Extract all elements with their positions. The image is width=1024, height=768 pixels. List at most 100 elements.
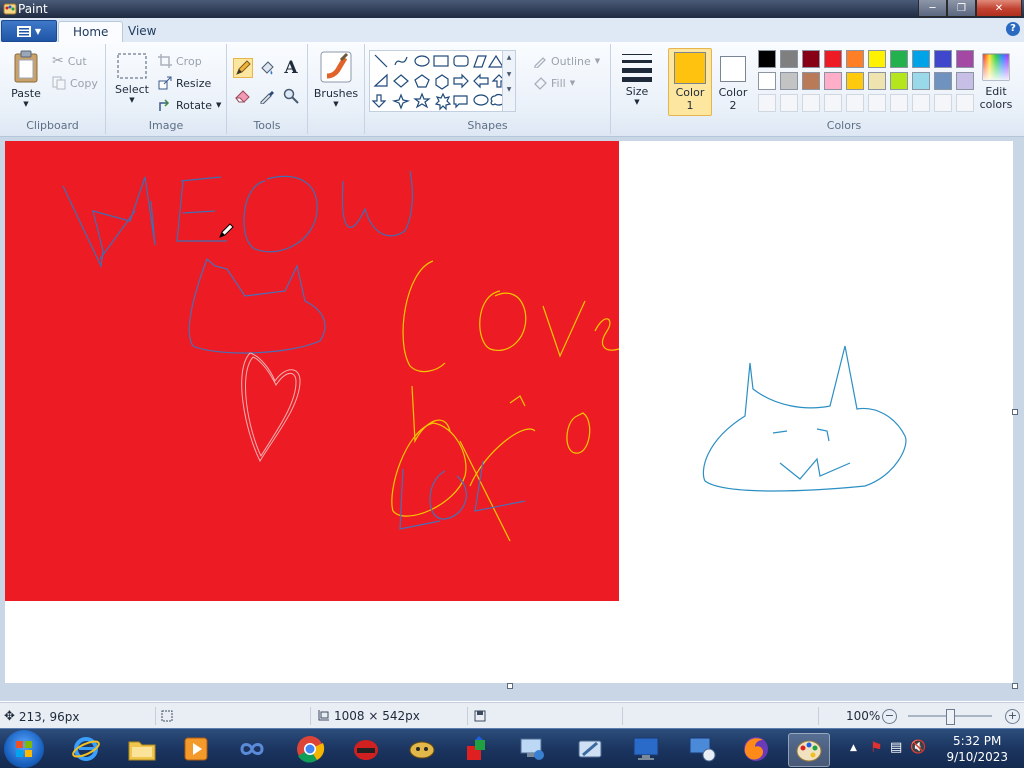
status-bar: ✥ 213, 96px 1008 × 542px 100% − +: [0, 702, 1024, 729]
fill-button[interactable]: Fill ▼: [533, 74, 575, 92]
size-button[interactable]: Size ▼: [614, 50, 660, 106]
palette-custom-swatch[interactable]: [912, 94, 930, 112]
outline-button[interactable]: Outline ▼: [533, 52, 600, 70]
shapes-icons[interactable]: [370, 51, 515, 111]
palette-custom-swatch[interactable]: [846, 94, 864, 112]
text-tool[interactable]: A: [281, 58, 301, 78]
palette-color-swatch[interactable]: [758, 72, 776, 90]
paste-button[interactable]: Paste ▼: [6, 50, 46, 108]
help-icon[interactable]: ?: [1006, 22, 1020, 36]
palette-custom-swatch[interactable]: [802, 94, 820, 112]
zoom-in-button[interactable]: +: [1005, 709, 1020, 724]
palette-color-swatch[interactable]: [780, 72, 798, 90]
palette-color-swatch[interactable]: [824, 50, 842, 68]
pencil-tool[interactable]: [233, 58, 253, 78]
rotate-button[interactable]: Rotate ▼: [158, 96, 221, 114]
palette-color-swatch[interactable]: [780, 50, 798, 68]
color2-button[interactable]: Color 2: [712, 48, 754, 114]
palette-custom-swatch[interactable]: [824, 94, 842, 112]
palette-color-swatch[interactable]: [934, 50, 952, 68]
palette-color-swatch[interactable]: [956, 72, 974, 90]
volume-muted-icon[interactable]: 🔇: [910, 740, 926, 755]
paint-menu-button[interactable]: ▼: [1, 20, 57, 42]
edit-colors-icon: [982, 53, 1010, 81]
restore-button[interactable]: ❐: [947, 0, 976, 17]
taskbar-paint[interactable]: [788, 733, 830, 767]
magnifier-tool[interactable]: [281, 86, 301, 106]
zoom-slider-thumb[interactable]: [946, 709, 955, 725]
tab-view[interactable]: View: [114, 21, 170, 42]
taskbar-bug-app[interactable]: [402, 733, 442, 765]
color1-button[interactable]: Color 1: [668, 48, 712, 116]
palette-custom-swatch[interactable]: [780, 94, 798, 112]
taskbar-file-explorer[interactable]: [122, 733, 162, 765]
internet-explorer-icon: [72, 737, 100, 761]
taskbar-shapes-app[interactable]: [458, 733, 498, 765]
show-hidden-icons-chevron[interactable]: ▲: [850, 743, 857, 753]
palette-color-swatch[interactable]: [846, 50, 864, 68]
close-button[interactable]: ✕: [976, 0, 1022, 17]
start-button[interactable]: [4, 730, 44, 768]
cut-button[interactable]: ✂ Cut: [52, 52, 87, 70]
taskbar-network-app[interactable]: [512, 733, 552, 765]
palette-custom-swatch[interactable]: [956, 94, 974, 112]
palette-custom-swatch[interactable]: [758, 94, 776, 112]
chevron-down-icon: ▼: [594, 57, 601, 65]
taskbar-remote-desktop[interactable]: [626, 733, 666, 765]
palette-color-swatch[interactable]: [868, 50, 886, 68]
shapes-scrollbar[interactable]: ▲ ▼ ▼: [502, 51, 515, 111]
wrench-icon: [578, 740, 602, 758]
taskbar-game-app[interactable]: [346, 733, 386, 765]
network-monitor-icon: [689, 737, 716, 762]
palette-color-swatch[interactable]: [824, 72, 842, 90]
palette-color-swatch[interactable]: [912, 50, 930, 68]
taskbar-tools-app[interactable]: [570, 733, 610, 765]
canvas-resize-handle-bottom[interactable]: [507, 683, 513, 689]
eraser-tool[interactable]: [233, 86, 253, 106]
taskbar-clock[interactable]: 5:32 PM 9/10/2023: [946, 733, 1008, 765]
taskbar-firefox[interactable]: [736, 733, 776, 765]
palette-color-swatch[interactable]: [912, 72, 930, 90]
palette-color-swatch[interactable]: [846, 72, 864, 90]
computer-network-icon: [520, 738, 544, 760]
palette-custom-swatch[interactable]: [934, 94, 952, 112]
palette-color-swatch[interactable]: [890, 72, 908, 90]
canvas-resize-handle-corner[interactable]: [1012, 683, 1018, 689]
zoom-out-button[interactable]: −: [882, 709, 897, 724]
canvas-resize-handle-right[interactable]: [1012, 409, 1018, 415]
palette-color-swatch[interactable]: [758, 50, 776, 68]
image-group-label: Image: [148, 119, 184, 132]
minimize-button[interactable]: ─: [918, 0, 947, 17]
taskbar-internet-explorer[interactable]: [66, 733, 106, 765]
network-tray-icon[interactable]: ▤: [890, 740, 902, 755]
status-divider: [467, 707, 468, 725]
palette-color-swatch[interactable]: [868, 72, 886, 90]
edit-colors-button[interactable]: Edit colors: [976, 52, 1016, 111]
resize-button[interactable]: Resize: [158, 74, 211, 92]
taskbar-infinity-app[interactable]: [232, 733, 272, 765]
palette-color-swatch[interactable]: [890, 50, 908, 68]
drawing-canvas[interactable]: [5, 141, 1013, 683]
brushes-button[interactable]: Brushes ▼: [312, 50, 360, 108]
palette-color-swatch[interactable]: [802, 50, 820, 68]
taskbar-chrome[interactable]: [290, 733, 330, 765]
outline-icon: [534, 57, 546, 68]
palette-custom-swatch[interactable]: [868, 94, 886, 112]
palette-color-swatch[interactable]: [934, 72, 952, 90]
crop-button[interactable]: Crop: [158, 52, 202, 70]
taskbar-media-player[interactable]: [176, 733, 216, 765]
copy-button[interactable]: Copy: [52, 74, 98, 92]
fill-tool[interactable]: [257, 58, 277, 78]
select-button[interactable]: Select ▼: [114, 52, 150, 104]
paint-palette-icon: [796, 740, 822, 762]
chevron-down-icon: ▼: [569, 79, 576, 87]
ribbon-tab-strip: ▼ Home View ?: [0, 18, 1024, 43]
taskbar-network-connections[interactable]: [682, 733, 722, 765]
palette-color-swatch[interactable]: [802, 72, 820, 90]
palette-color-swatch[interactable]: [956, 50, 974, 68]
system-tray: ▲ ⚑ ▤ 🔇 5:32 PM 9/10/2023: [842, 729, 1024, 768]
action-center-flag-icon[interactable]: ⚑: [870, 740, 883, 756]
color-picker-tool[interactable]: [257, 86, 277, 106]
palette-custom-swatch[interactable]: [890, 94, 908, 112]
image-size-icon: [318, 710, 329, 721]
